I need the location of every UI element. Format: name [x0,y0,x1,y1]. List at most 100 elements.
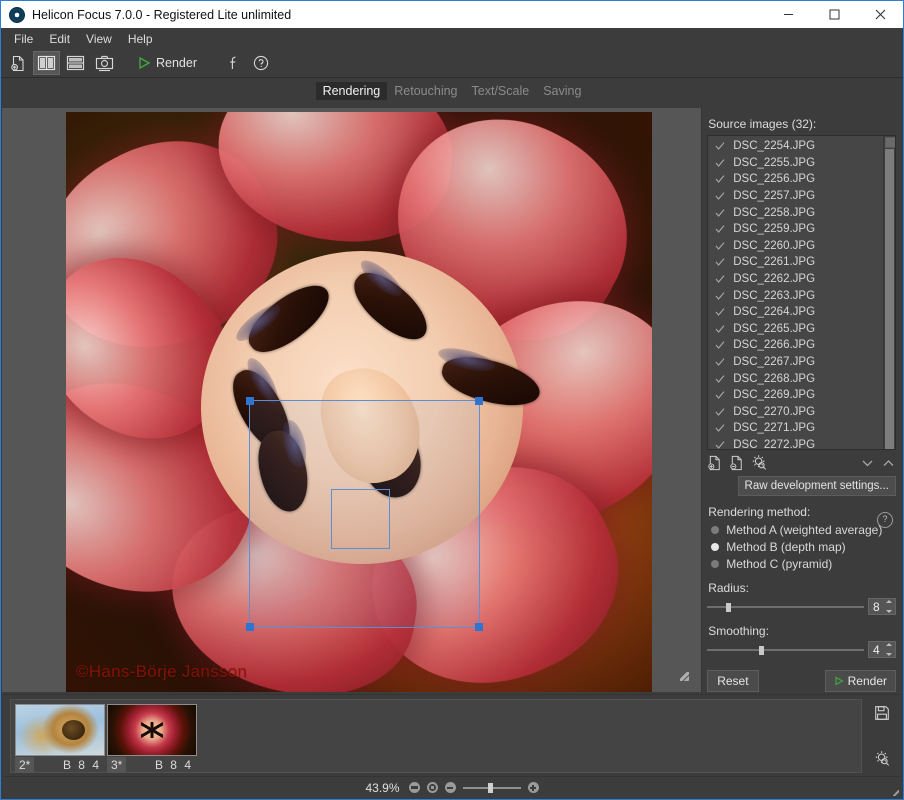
smoothing-slider[interactable] [707,643,864,657]
add-document-icon[interactable] [5,51,31,75]
list-item[interactable]: DSC_2265.JPG [708,321,895,338]
facebook-icon[interactable] [220,51,246,75]
filmstrip-track[interactable]: 2* B 8 4 3* B 8 4 [10,699,862,773]
stacked-layout-icon[interactable] [62,51,89,75]
checkmark-icon[interactable] [715,241,725,251]
question-mark-icon[interactable] [248,51,274,75]
gear-magnifier-icon[interactable] [751,454,768,471]
list-item[interactable]: DSC_2258.JPG [708,204,895,221]
reset-button[interactable]: Reset [707,670,759,692]
list-item[interactable]: DSC_2269.JPG [708,387,895,404]
render-toolbar-button[interactable]: Render [132,51,206,75]
selection-handle-icon[interactable] [475,623,483,631]
tulip-macro-thumbnail[interactable] [107,704,197,756]
checkmark-icon[interactable] [715,423,725,433]
list-item[interactable]: DSC_2266.JPG [708,337,895,354]
checkmark-icon[interactable] [715,174,725,184]
tab-saving[interactable]: Saving [536,82,588,100]
list-item[interactable]: DSC_2263.JPG [708,287,895,304]
selection-rectangle-inner[interactable] [331,489,390,549]
question-mark-icon[interactable]: ? [877,512,893,528]
resize-grip-icon[interactable] [893,790,899,796]
selection-handle-icon[interactable] [246,623,254,631]
slider-knob[interactable] [758,645,764,655]
selection-handle-icon[interactable] [475,397,483,405]
list-item[interactable]: DSC_2262.JPG [708,271,895,288]
zoom-in-icon[interactable] [527,782,539,793]
list-item[interactable]: DSC_2257.JPG [708,188,895,205]
menu-edit[interactable]: Edit [42,30,77,48]
method-b-radio[interactable]: Method B (depth map) [707,538,896,555]
zoom-actual-icon[interactable] [426,782,438,793]
list-item[interactable]: DSC_2254.JPG [708,138,895,155]
menu-help[interactable]: Help [121,30,160,48]
checkmark-icon[interactable] [715,158,725,168]
smoothing-spinner[interactable]: 4 [868,641,896,658]
image-canvas[interactable]: ©Hans-Börje Jansson [2,108,703,692]
bee-macro-thumbnail[interactable] [15,704,105,756]
list-item[interactable]: DSC_2268.JPG [708,370,895,387]
list-item[interactable]: DSC_2259.JPG [708,221,895,238]
slider-knob[interactable] [726,602,732,612]
zoom-slider-knob[interactable] [487,782,493,793]
list-item[interactable]: DSC_2256.JPG [708,171,895,188]
list-item[interactable]: DSC_2267.JPG [708,354,895,371]
tab-retouching[interactable]: Retouching [387,82,464,100]
chevron-up-icon[interactable] [881,457,896,469]
checkmark-icon[interactable] [715,208,725,218]
checkmark-icon[interactable] [715,357,725,367]
camera-icon[interactable] [91,51,118,75]
spinner-arrows-icon[interactable] [886,643,893,656]
checkmark-icon[interactable] [715,224,725,234]
minimize-button[interactable] [765,1,811,28]
chevron-down-icon[interactable] [860,457,875,469]
remove-image-icon[interactable] [729,455,745,471]
list-item[interactable]: DSC_2264.JPG [708,304,895,321]
save-disk-icon[interactable] [874,705,890,721]
zoom-slider[interactable] [462,782,521,793]
checkmark-icon[interactable] [715,191,725,201]
checkmark-icon[interactable] [715,257,725,267]
scroll-up-button[interactable] [885,137,896,148]
list-item[interactable]: DSC_2271.JPG [708,420,895,437]
checkmark-icon[interactable] [715,390,725,400]
close-button[interactable] [857,1,903,28]
source-list-scrollbar[interactable] [883,136,896,450]
checkmark-icon[interactable] [715,324,725,334]
method-c-radio[interactable]: Method C (pyramid) [707,555,896,572]
resize-grip-icon[interactable] [680,672,690,681]
radius-spinner[interactable]: 8 [868,598,896,615]
raw-development-settings-button[interactable]: Raw development settings... [737,476,896,496]
selection-handle-icon[interactable] [246,397,254,405]
checkmark-icon[interactable] [715,407,725,417]
list-item[interactable]: DSC_2260.JPG [708,238,895,255]
spinner-arrows-icon[interactable] [886,600,893,613]
checkmark-icon[interactable] [715,374,725,384]
tab-rendering[interactable]: Rendering [315,82,388,100]
method-a-radio[interactable]: Method A (weighted average) [707,521,896,538]
source-images-list[interactable]: DSC_2254.JPG DSC_2255.JPG DSC_2256.JPG DSC_… [707,135,896,451]
gear-magnifier-icon[interactable] [874,750,891,767]
menu-view[interactable]: View [79,30,119,48]
render-button[interactable]: Render [824,670,896,692]
radius-slider[interactable] [707,600,864,614]
maximize-button[interactable] [811,1,857,28]
checkmark-icon[interactable] [715,307,725,317]
add-image-icon[interactable] [707,455,723,471]
two-column-layout-icon[interactable] [33,51,60,75]
list-item[interactable]: DSC_2270.JPG [708,404,895,421]
menu-file[interactable]: File [7,30,40,48]
list-item[interactable]: DSC_2255.JPG [708,155,895,172]
checkmark-icon[interactable] [715,291,725,301]
checkmark-icon[interactable] [715,440,725,449]
checkmark-icon[interactable] [715,274,725,284]
tab-text-scale[interactable]: Text/Scale [465,82,537,100]
scroll-thumb[interactable] [885,149,894,450]
list-item[interactable]: 3* B 8 4 [107,704,197,774]
checkmark-icon[interactable] [715,340,725,350]
zoom-out-icon[interactable] [444,782,456,793]
checkmark-icon[interactable] [715,141,725,151]
list-item[interactable]: 2* B 8 4 [15,704,105,774]
zoom-fit-icon[interactable] [408,782,420,793]
list-item[interactable]: DSC_2272.JPG [708,437,895,449]
